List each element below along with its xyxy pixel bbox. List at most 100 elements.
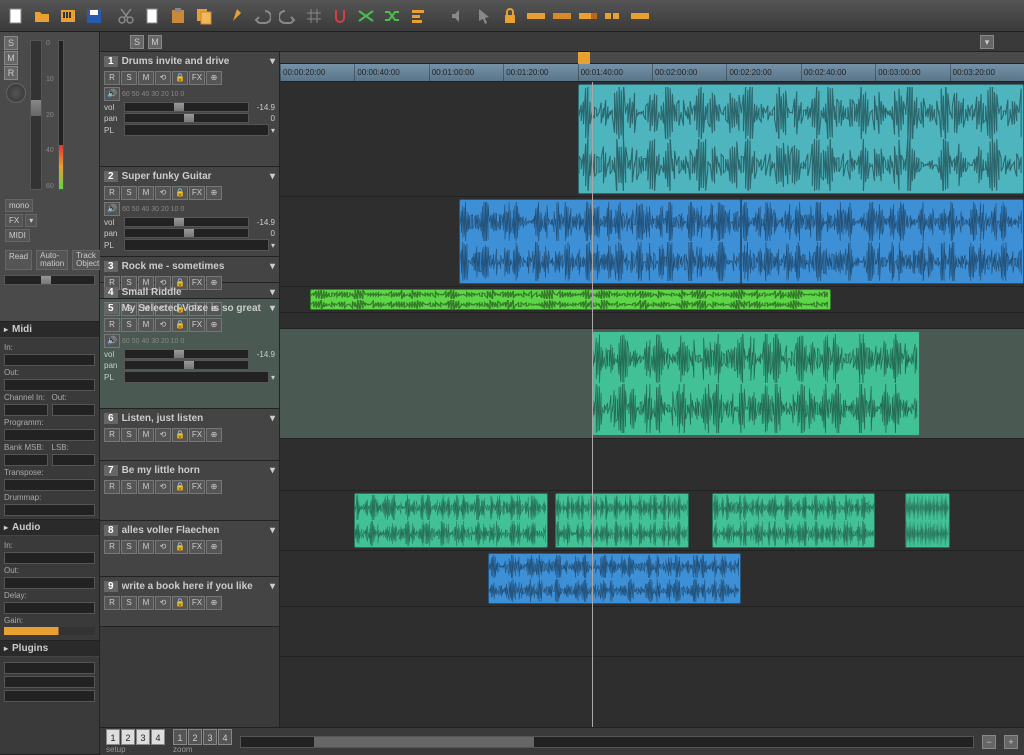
track-lane[interactable] — [280, 287, 1024, 313]
lock-icon[interactable]: 🔒 — [172, 318, 188, 332]
plugin-icon[interactable]: ⊕ — [206, 318, 222, 332]
fx-button[interactable]: FX — [5, 214, 23, 227]
setup-preset-button[interactable]: 1 — [106, 729, 120, 745]
timeline[interactable] — [280, 82, 1024, 727]
lock-icon[interactable]: 🔒 — [172, 428, 188, 442]
audio-clip[interactable] — [712, 493, 876, 548]
loop-icon[interactable]: ⟲ — [155, 186, 171, 200]
align-icon[interactable] — [406, 4, 430, 28]
fx-button[interactable]: FX — [189, 596, 205, 610]
solo-button[interactable]: S — [121, 540, 137, 554]
audio-in-dd[interactable] — [4, 552, 95, 564]
rec-button[interactable]: R — [104, 480, 120, 494]
mono-button[interactable]: mono — [5, 199, 33, 212]
plugin-icon[interactable]: ⊕ — [206, 480, 222, 494]
audio-clip[interactable] — [459, 199, 742, 284]
plugin-icon[interactable]: ⊕ — [206, 540, 222, 554]
setup-preset-button[interactable]: 2 — [121, 729, 135, 745]
audio-clip[interactable] — [310, 289, 831, 310]
midi-out-dd[interactable] — [4, 379, 95, 391]
track-header[interactable]: 3Rock me - sometimes▾ R S M ⟲ 🔒 FX ⊕ — [100, 257, 279, 283]
pan-slider[interactable] — [124, 113, 249, 123]
loop-icon[interactable]: ⟲ — [155, 480, 171, 494]
track-lane[interactable] — [280, 607, 1024, 657]
open-icon[interactable] — [30, 4, 54, 28]
rec-button[interactable]: R — [104, 71, 120, 85]
lock-icon[interactable]: 🔒 — [172, 71, 188, 85]
track-lane[interactable] — [280, 329, 1024, 439]
zoom-in-button[interactable]: + — [1004, 735, 1018, 749]
zoom-out-button[interactable]: − — [982, 735, 996, 749]
plugin-icon[interactable]: ⊕ — [206, 428, 222, 442]
zoom-preset-button[interactable]: 2 — [188, 729, 202, 745]
track-menu-icon[interactable]: ▾ — [270, 413, 275, 424]
track-menu-icon[interactable]: ▾ — [270, 171, 275, 182]
ruler-tick[interactable]: 00:01:20:00 — [503, 64, 577, 81]
ruler-tick[interactable]: 00:00:20:00 — [280, 64, 354, 81]
rec-button[interactable]: R — [104, 596, 120, 610]
loop-icon[interactable]: ⟲ — [155, 71, 171, 85]
master-rec-button[interactable]: R — [4, 66, 18, 80]
speaker-icon[interactable]: 🔊 — [104, 87, 120, 101]
fx-button[interactable]: FX — [189, 540, 205, 554]
track-menu-icon[interactable]: ▾ — [270, 287, 275, 298]
track-lane[interactable] — [280, 197, 1024, 287]
group1-icon[interactable] — [524, 4, 548, 28]
track-menu-icon[interactable]: ▾ — [270, 465, 275, 476]
audio-delay-dd[interactable] — [4, 602, 95, 614]
loop-icon[interactable]: ⟲ — [155, 540, 171, 554]
cut-icon[interactable] — [114, 4, 138, 28]
midi-drum-dd[interactable] — [4, 504, 95, 516]
fx-button[interactable]: FX — [189, 71, 205, 85]
pl-menu-icon[interactable]: ▾ — [271, 241, 275, 250]
plugin-icon[interactable]: ⊕ — [206, 596, 222, 610]
track-header[interactable]: 8alles voller Flaechen▾ R S M ⟲ 🔒 FX ⊕ — [100, 521, 279, 577]
track-header[interactable]: 9write a book here if you like▾ R S M ⟲ … — [100, 577, 279, 627]
setup-preset-button[interactable]: 3 — [136, 729, 150, 745]
ruler-tick[interactable]: 00:02:40:00 — [801, 64, 875, 81]
fx-dd[interactable]: ▾ — [25, 214, 37, 227]
track-object-button[interactable]: Track Object — [72, 250, 103, 270]
group4-icon[interactable] — [602, 4, 626, 28]
gain-meter[interactable] — [4, 627, 95, 635]
lock-icon[interactable]: 🔒 — [172, 480, 188, 494]
master-knob[interactable] — [6, 83, 26, 103]
solo-button[interactable]: S — [121, 596, 137, 610]
plugin-icon[interactable]: ⊕ — [206, 186, 222, 200]
scrubber[interactable] — [280, 52, 1024, 64]
master-solo-button[interactable]: S — [4, 36, 18, 50]
midi-msb-dd[interactable] — [4, 454, 48, 466]
mute-button[interactable]: M — [138, 540, 154, 554]
fx-button[interactable]: FX — [189, 428, 205, 442]
grid-icon[interactable] — [302, 4, 326, 28]
audio-section-header[interactable]: Audio — [0, 520, 99, 536]
automation-button[interactable]: Auto- mation — [36, 250, 68, 270]
plugin-slot-3[interactable] — [4, 690, 95, 702]
pointer-icon[interactable] — [472, 4, 496, 28]
pan-slider[interactable] — [124, 228, 249, 238]
save-icon[interactable] — [82, 4, 106, 28]
master-fader[interactable] — [30, 40, 42, 190]
solo-button[interactable]: S — [121, 318, 137, 332]
mute-button[interactable]: M — [138, 318, 154, 332]
vol-slider[interactable] — [124, 102, 249, 112]
solo-button[interactable]: S — [121, 186, 137, 200]
ruler-tick[interactable]: 00:02:00:00 — [652, 64, 726, 81]
loop-icon[interactable]: ⟲ — [155, 318, 171, 332]
solo-button[interactable]: S — [121, 480, 137, 494]
fx-button[interactable]: FX — [189, 318, 205, 332]
speaker-icon[interactable]: 🔊 — [104, 334, 120, 348]
rec-button[interactable]: R — [104, 318, 120, 332]
h-scrollbar[interactable] — [240, 736, 974, 748]
new-icon[interactable] — [4, 4, 28, 28]
midi-prog-dd[interactable] — [4, 429, 95, 441]
midi-button[interactable]: MIDI — [5, 229, 30, 242]
pl-dd[interactable] — [124, 371, 269, 383]
track-menu-icon[interactable]: ▾ — [270, 525, 275, 536]
mute-button[interactable]: M — [138, 71, 154, 85]
audio-clip[interactable] — [578, 84, 1024, 194]
lock-icon[interactable]: 🔒 — [172, 596, 188, 610]
track-lane[interactable] — [280, 313, 1024, 329]
plugin-icon[interactable]: ⊕ — [206, 71, 222, 85]
midi-chout-dd[interactable] — [52, 404, 96, 416]
